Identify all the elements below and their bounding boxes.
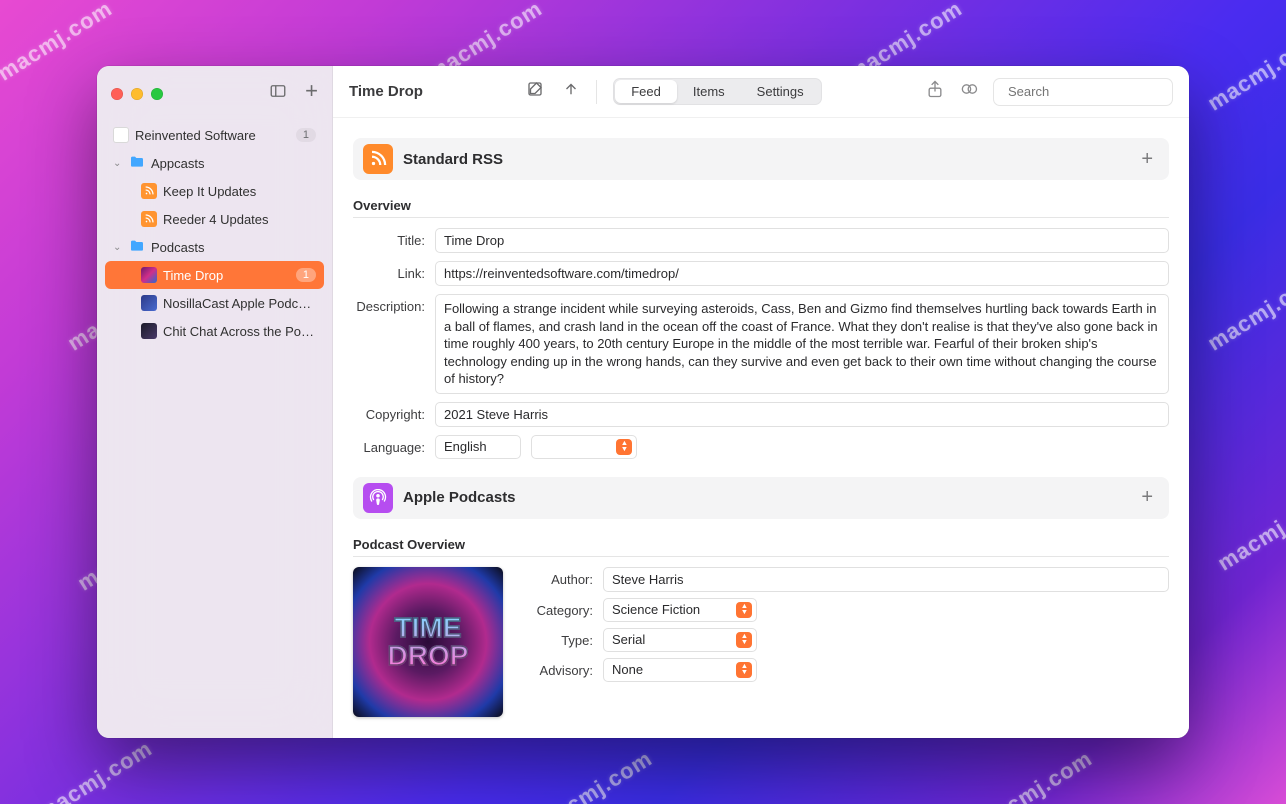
title-field[interactable]	[435, 228, 1169, 253]
link-field[interactable]	[435, 261, 1169, 286]
description-field[interactable]: Following a strange incident while surve…	[435, 294, 1169, 394]
label-description: Description:	[353, 294, 425, 314]
podcast-overview: TIMEDROP Author: Category: Science Ficti…	[353, 567, 1169, 717]
add-source-button[interactable]: +	[305, 82, 318, 105]
tab-settings[interactable]: Settings	[741, 80, 820, 103]
tab-feed[interactable]: Feed	[615, 80, 677, 103]
close-window-button[interactable]	[111, 88, 123, 100]
sidebar-folder-label: Appcasts	[151, 156, 316, 171]
sidebar-item-label: Reinvented Software	[135, 128, 290, 143]
label-link: Link:	[353, 261, 425, 281]
sidebar-folder-appcasts[interactable]: ⌄ Appcasts	[105, 149, 324, 177]
unread-badge: 1	[296, 268, 316, 282]
source-list: Reinvented Software 1 ⌄ Appcasts Keep It…	[97, 117, 332, 349]
category-popup[interactable]: Science Fiction	[603, 598, 757, 622]
sidebar-folder-podcasts[interactable]: ⌄ Podcasts	[105, 233, 324, 261]
podcast-artwork[interactable]: TIMEDROP	[353, 567, 503, 717]
author-field[interactable]	[603, 567, 1169, 592]
watermark: macmj.com	[1214, 487, 1286, 575]
language-secondary-popup[interactable]	[531, 435, 637, 459]
label-type: Type:	[527, 628, 593, 648]
share-icon[interactable]	[925, 79, 945, 104]
stepper-icon	[736, 602, 752, 618]
podcast-overview-heading: Podcast Overview	[353, 531, 1169, 557]
watermark: macmj.com	[34, 737, 156, 804]
label-advisory: Advisory:	[527, 658, 593, 678]
label-category: Category:	[527, 598, 593, 618]
folder-icon	[129, 154, 145, 173]
sidebar-item-timedrop[interactable]: Time Drop 1	[105, 261, 324, 289]
rss-badge-icon	[363, 144, 393, 174]
window-controls: +	[97, 76, 332, 117]
add-field-button[interactable]: +	[1141, 486, 1159, 509]
document-title: Time Drop	[349, 83, 423, 100]
section-apple-podcasts: Apple Podcasts +	[353, 477, 1169, 519]
section-title: Standard RSS	[403, 151, 1131, 168]
search-field[interactable]	[993, 78, 1173, 106]
copyright-field[interactable]	[435, 402, 1169, 427]
publish-icon[interactable]	[562, 80, 580, 103]
sidebar: + Reinvented Software 1 ⌄ Appcasts Keep …	[97, 66, 333, 738]
sidebar-item-nosillacast[interactable]: NosillaCast Apple Podca…	[105, 289, 324, 317]
advisory-value: None	[612, 662, 643, 677]
watermark: macmj.com	[1204, 27, 1286, 115]
label-language: Language:	[353, 435, 425, 455]
sidebar-item-label: NosillaCast Apple Podca…	[163, 296, 316, 311]
label-author: Author:	[527, 567, 593, 587]
unread-badge: 1	[296, 128, 316, 142]
type-popup[interactable]: Serial	[603, 628, 757, 652]
disclosure-icon[interactable]: ⌄	[113, 242, 123, 253]
section-title: Apple Podcasts	[403, 489, 1131, 506]
tab-items[interactable]: Items	[677, 80, 741, 103]
sidebar-item-reinvented[interactable]: Reinvented Software 1	[105, 121, 324, 149]
label-title: Title:	[353, 228, 425, 248]
section-standard-rss: Standard RSS +	[353, 138, 1169, 180]
add-field-button[interactable]: +	[1141, 148, 1159, 171]
language-primary-popup[interactable]: English	[435, 435, 521, 459]
main-panel: Time Drop Feed Items Settings	[333, 66, 1189, 738]
sidebar-item-label: Time Drop	[163, 268, 290, 283]
overview-heading: Overview	[353, 192, 1169, 218]
search-input[interactable]	[1008, 84, 1184, 99]
disclosure-icon[interactable]: ⌄	[113, 158, 123, 169]
sidebar-folder-label: Podcasts	[151, 240, 316, 255]
toolbar: Time Drop Feed Items Settings	[333, 66, 1189, 118]
artwork-text: TIMEDROP	[388, 614, 469, 670]
folder-icon	[129, 238, 145, 257]
stepper-icon	[736, 632, 752, 648]
label-copyright: Copyright:	[353, 402, 425, 422]
sidebar-item-label: Reeder 4 Updates	[163, 212, 316, 227]
rss-icon	[141, 211, 157, 227]
minimize-window-button[interactable]	[131, 88, 143, 100]
apple-podcasts-icon	[363, 483, 393, 513]
zoom-window-button[interactable]	[151, 88, 163, 100]
app-icon	[113, 127, 129, 143]
podcast-artwork-icon	[141, 267, 157, 283]
rss-form: Title: Link: Description: Following a st…	[353, 228, 1169, 459]
toggle-sidebar-icon[interactable]	[269, 82, 287, 105]
content-area: Standard RSS + Overview Title: Link: Des…	[333, 118, 1189, 738]
watermark: macmj.com	[974, 747, 1096, 804]
sidebar-item-reeder[interactable]: Reeder 4 Updates	[105, 205, 324, 233]
type-value: Serial	[612, 632, 645, 647]
podcast-artwork-icon	[141, 323, 157, 339]
podcast-artwork-icon	[141, 295, 157, 311]
sidebar-item-keepit[interactable]: Keep It Updates	[105, 177, 324, 205]
category-value: Science Fiction	[612, 602, 700, 617]
stepper-icon	[736, 662, 752, 678]
watermark: macmj.com	[534, 747, 656, 804]
watermark: macmj.com	[1204, 267, 1286, 355]
sidebar-item-label: Chit Chat Across the Po…	[163, 324, 316, 339]
advisory-popup[interactable]: None	[603, 658, 757, 682]
rss-icon	[141, 183, 157, 199]
language-primary-value: English	[444, 439, 487, 454]
sidebar-item-chitchat[interactable]: Chit Chat Across the Po…	[105, 317, 324, 345]
app-window: + Reinvented Software 1 ⌄ Appcasts Keep …	[97, 66, 1189, 738]
compose-icon[interactable]	[526, 80, 544, 103]
view-segmented-control: Feed Items Settings	[613, 78, 821, 105]
sidebar-item-label: Keep It Updates	[163, 184, 316, 199]
stepper-icon	[616, 439, 632, 455]
preview-icon[interactable]	[959, 79, 979, 104]
